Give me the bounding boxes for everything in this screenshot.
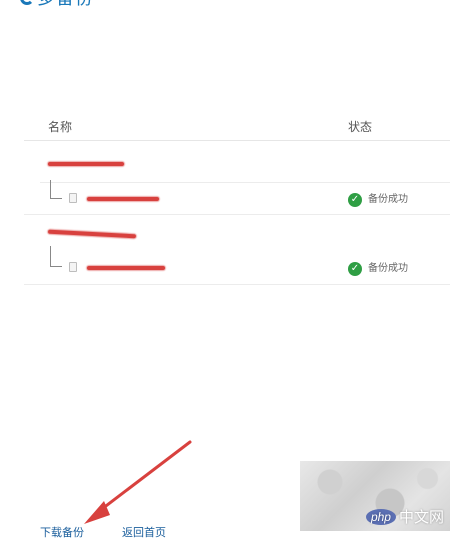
annotation-arrow (84, 440, 192, 524)
watermark-badge: php (365, 508, 396, 525)
watermark: php 中文网 (365, 506, 444, 527)
watermark-text: 中文网 (398, 509, 444, 526)
back-home-link[interactable]: 返回首页 (122, 524, 166, 540)
download-backup-link[interactable]: 下载备份 (40, 524, 84, 540)
